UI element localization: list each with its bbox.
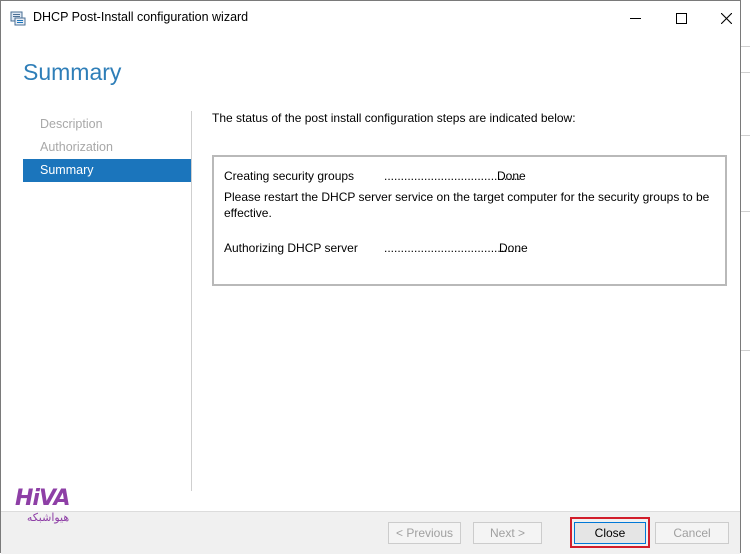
nav-divider <box>191 111 192 491</box>
minimize-icon <box>629 17 641 19</box>
wizard-window: DHCP Post-Install configuration wizard S… <box>0 0 741 554</box>
step-status: Done <box>497 169 526 183</box>
status-row: Authorizing DHCP server ................… <box>224 241 719 257</box>
previous-button[interactable]: < Previous <box>388 522 461 544</box>
background-line <box>741 135 750 136</box>
window-title: DHCP Post-Install configuration wizard <box>33 10 249 24</box>
close-icon <box>720 12 732 24</box>
step-label: Creating security groups <box>224 169 355 183</box>
status-row: Creating security groups ...............… <box>224 169 719 185</box>
page-title: Summary <box>23 59 122 85</box>
next-button[interactable]: Next > <box>473 522 542 544</box>
background-line <box>741 350 750 351</box>
title-bar[interactable]: DHCP Post-Install configuration wizard <box>1 1 740 35</box>
content-panel: The status of the post install configura… <box>212 111 732 286</box>
nav-item-summary[interactable]: Summary <box>23 159 191 182</box>
hiva-logo: HiVA هیواشبکه <box>15 488 81 534</box>
background-line <box>741 46 750 47</box>
close-window-button[interactable] <box>703 1 749 35</box>
background-line <box>741 211 750 212</box>
maximize-icon <box>675 12 687 24</box>
intro-text: The status of the post install configura… <box>212 111 576 125</box>
restart-note: Please restart the DHCP server service o… <box>224 190 710 220</box>
nav-item-description: Description <box>40 117 103 131</box>
nav-item-authorization: Authorization <box>40 140 113 154</box>
background-line <box>741 72 750 73</box>
step-status: Done <box>499 241 528 255</box>
server-app-icon <box>10 11 26 26</box>
minimize-button[interactable] <box>612 1 658 35</box>
maximize-button[interactable] <box>658 1 704 35</box>
close-highlight-frame <box>570 517 650 548</box>
status-box: Creating security groups ...............… <box>212 155 727 286</box>
wizard-nav: Description Authorization Summary <box>23 113 191 182</box>
logo-subtext: هیواشبکه <box>26 511 70 524</box>
logo-wordmark: HiVA <box>15 486 71 511</box>
cancel-button[interactable]: Cancel <box>655 522 729 544</box>
step-label: Authorizing DHCP server <box>224 241 358 255</box>
